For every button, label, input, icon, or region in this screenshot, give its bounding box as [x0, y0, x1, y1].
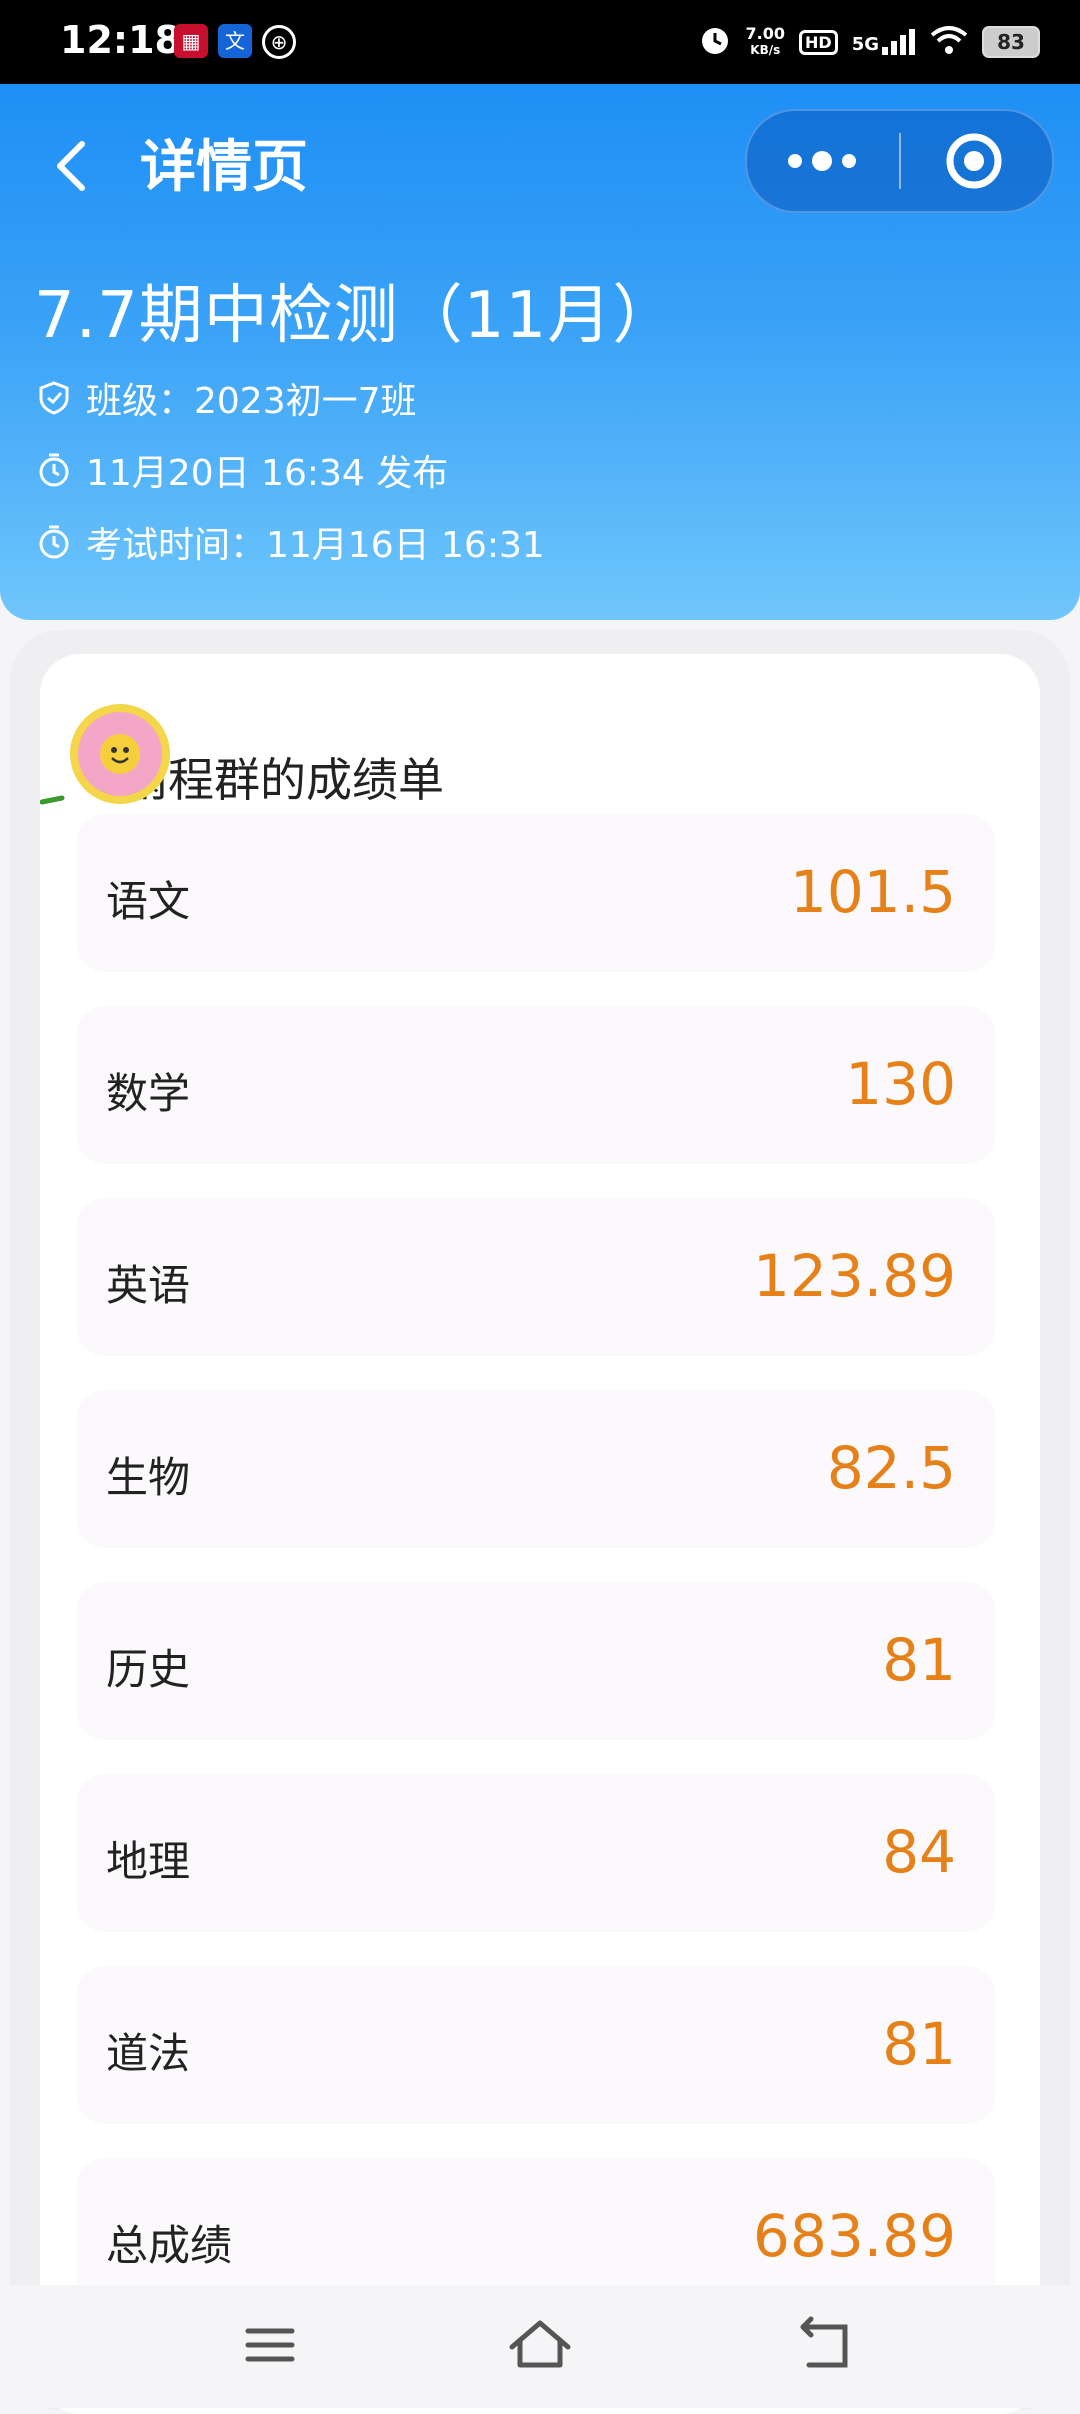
clock-icon: [39, 453, 69, 487]
score-value: 82.5: [826, 1434, 956, 1502]
battery-indicator: 83: [982, 26, 1040, 58]
exam-time: 考试时间：11月16日 16:31: [86, 525, 545, 566]
score-row: 数学 130: [76, 1006, 996, 1164]
score-row: 地理 84: [76, 1774, 996, 1932]
score-value: 81: [882, 1626, 956, 1694]
exam-time-info: 考试时间：11月16日 16:31: [36, 516, 545, 568]
hd-badge: HD: [799, 29, 838, 55]
back-button[interactable]: [44, 126, 104, 206]
back-icon: [800, 2316, 848, 2368]
system-nav-bar: [0, 2285, 1080, 2408]
report-container: 雨程群的成绩单 语文 101.5 数学 130 英语 123.89 生物 82.5 历史 81 地理…: [10, 630, 1070, 2414]
more-dots-icon: [788, 151, 856, 171]
class-label: 班级：2023初一7班: [86, 381, 417, 422]
page-title: 详情页: [140, 135, 308, 200]
chevron-left-icon: [57, 141, 85, 191]
clock-icon: [39, 525, 69, 559]
score-row: 道法 81: [76, 1966, 996, 2124]
close-mini-program-button[interactable]: [902, 111, 1052, 211]
publish-time: 11月20日 16:34 发布: [86, 453, 449, 494]
home-icon: [509, 2320, 571, 2368]
subject-label: 历史: [106, 1645, 191, 1694]
score-value: 101.5: [789, 858, 956, 926]
exam-title: 7.7期中检测（11月）: [34, 279, 678, 353]
status-icons: 7.00 KB/s HD 5G 83: [698, 20, 1040, 64]
status-time: 12:18: [60, 18, 181, 62]
shield-icon: [39, 381, 69, 415]
alarm-icon: [698, 23, 732, 61]
subject-label: 英语: [106, 1261, 191, 1310]
back-nav-button[interactable]: [765, 2305, 885, 2385]
publish-info: 11月20日 16:34 发布: [36, 444, 448, 496]
subject-label: 数学: [106, 1069, 191, 1118]
score-value: 123.89: [753, 1242, 956, 1310]
score-value: 130: [845, 1050, 956, 1118]
subject-label: 地理: [106, 1837, 191, 1886]
header: 详情页 7.7期中检测（11月） 班级：2023初一7班 11月20日 16:3…: [0, 84, 1080, 620]
signal-icon: 5G: [852, 29, 916, 55]
class-info: 班级：2023初一7班: [36, 372, 417, 424]
subject-label: 总成绩: [106, 2221, 233, 2270]
status-bar: 12:18 ▦ 文 ⊕ 7.00 KB/s HD 5G 83: [0, 0, 1080, 84]
score-row: 生物 82.5: [76, 1390, 996, 1548]
report-card: 雨程群的成绩单 语文 101.5 数学 130 英语 123.89 生物 82.5 历史 81 地理…: [40, 654, 1040, 2414]
score-value: 683.89: [753, 2202, 956, 2270]
net-speed: 7.00 KB/s: [745, 24, 786, 58]
subject-label: 道法: [106, 2029, 191, 2078]
target-icon: [946, 133, 1002, 189]
menu-button[interactable]: [210, 2305, 330, 2385]
mini-program-capsule: [745, 109, 1054, 213]
score-value: 84: [882, 1818, 956, 1886]
app-icon-blue: 文: [218, 24, 252, 58]
app-icon-circle: ⊕: [262, 25, 296, 59]
score-row: 历史 81: [76, 1582, 996, 1740]
home-button[interactable]: [480, 2305, 600, 2385]
wifi-icon: [930, 25, 968, 59]
score-row: 英语 123.89: [76, 1198, 996, 1356]
smiley-sticker-icon: [40, 704, 170, 834]
score-row: 语文 101.5: [76, 814, 996, 972]
more-button[interactable]: [747, 111, 897, 211]
subject-label: 语文: [106, 877, 191, 926]
score-value: 81: [882, 2010, 956, 2078]
capsule-divider: [899, 133, 901, 189]
menu-icon: [245, 2328, 295, 2362]
app-icon-red: ▦: [174, 24, 208, 58]
subject-label: 生物: [106, 1453, 191, 1502]
